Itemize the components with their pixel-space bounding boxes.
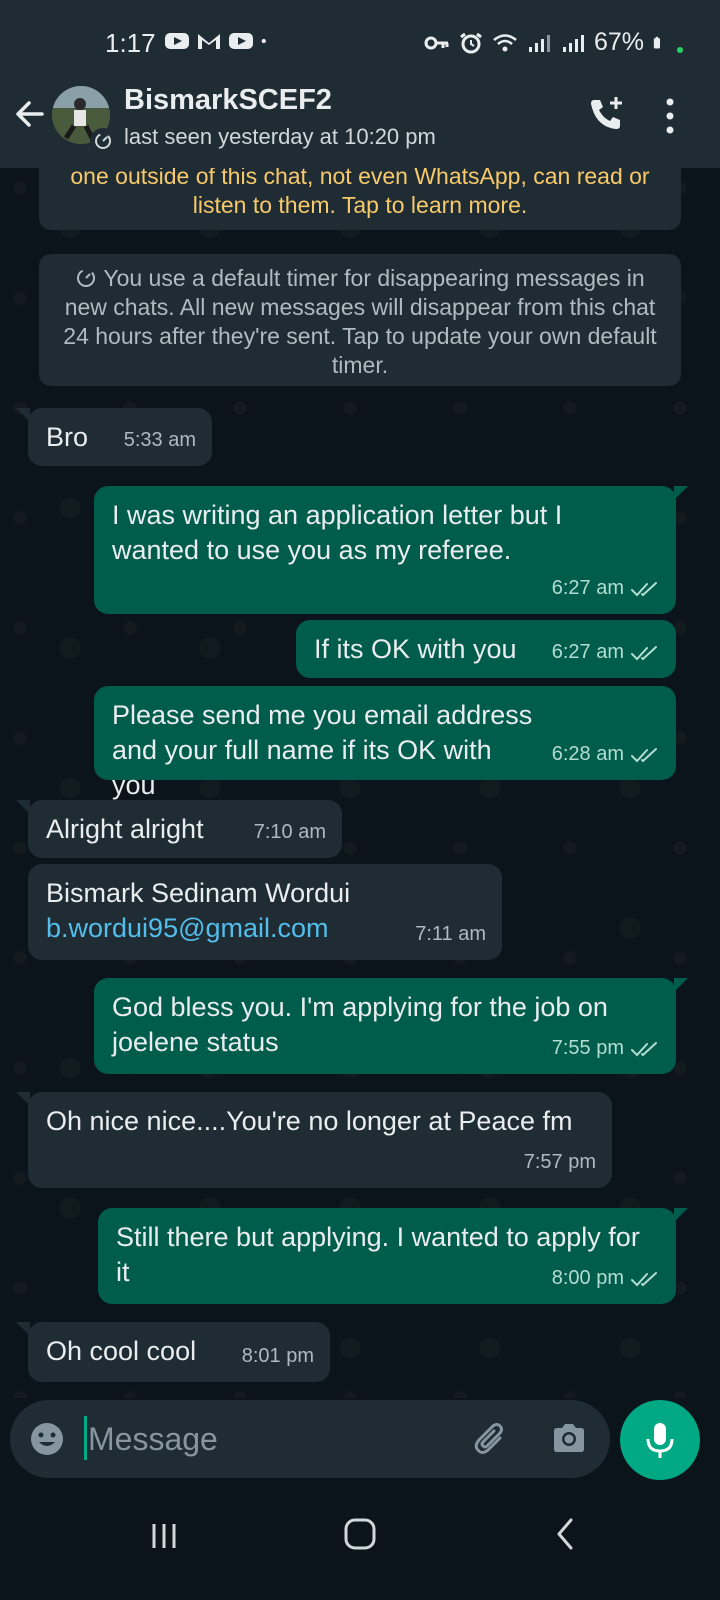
status-system-icons: 67%	[424, 28, 684, 57]
home-icon[interactable]	[340, 1514, 380, 1554]
message-time: 8:01 pm	[241, 1345, 314, 1367]
battery-icon	[653, 36, 660, 49]
chat-header: BismarkSCEF2 last seen yesterday at 10:2…	[0, 76, 720, 166]
encryption-notice[interactable]: one outside of this chat, not even Whats…	[39, 168, 681, 230]
message-meta: 7:55 pm	[552, 1031, 660, 1066]
microphone-icon	[646, 1423, 674, 1458]
recents-icon[interactable]	[146, 1518, 182, 1554]
message-bubble-incoming[interactable]: Oh cool cool 8:01 pm	[16, 1322, 330, 1382]
message-time: 8:00 pm	[551, 1267, 624, 1289]
message-meta: 6:27 am	[552, 571, 660, 606]
message-bubble-outgoing[interactable]: God bless you. I'm applying for the job …	[94, 978, 688, 1074]
battery-percentage: 67%	[593, 28, 644, 56]
double-check-icon	[631, 581, 657, 596]
dot-icon	[261, 38, 266, 44]
message-time: 7:11 am	[415, 923, 486, 945]
youtube-icon	[229, 33, 253, 49]
bubble-tail	[674, 1208, 688, 1222]
message-bubble-outgoing[interactable]: Please send me you email address and you…	[94, 686, 676, 800]
message-bubble-incoming[interactable]: Bismark Sedinam Wordui b.wordui95@gmail.…	[28, 864, 502, 960]
back-arrow-icon[interactable]	[12, 96, 48, 132]
message-meta: 8:00 pm	[552, 1261, 660, 1296]
message-time: 7:55 pm	[551, 1037, 624, 1059]
system-navigation-bar	[0, 1496, 720, 1600]
double-check-icon	[631, 1271, 657, 1286]
signal-icon	[528, 34, 550, 52]
message-time: 7:57 pm	[523, 1151, 596, 1173]
disappearing-timer-notice[interactable]: You use a default timer for disappearing…	[39, 254, 681, 386]
message-text: If its OK with you	[314, 634, 517, 664]
message-text: Oh cool cool	[46, 1336, 197, 1366]
status-bar: 1:17 67%	[0, 22, 720, 66]
message-text: Bro	[46, 422, 89, 452]
encryption-notice-text: one outside of this chat, not even Whats…	[70, 168, 650, 218]
message-meta: 7:11 am	[415, 917, 486, 952]
nav-back-icon[interactable]	[546, 1514, 586, 1554]
bubble-tail	[16, 800, 30, 814]
message-time: 7:10 am	[253, 821, 326, 843]
message-time: 6:28 am	[551, 743, 624, 765]
message-bubble-incoming[interactable]: Oh nice nice....You're no longer at Peac…	[16, 1092, 612, 1188]
timer-icon	[95, 133, 111, 149]
contact-name[interactable]: BismarkSCEF2	[124, 84, 332, 117]
message-composer	[10, 1400, 610, 1478]
message-meta: 6:27 am	[552, 635, 660, 670]
timer-notice-text: You use a default timer for disappearing…	[63, 265, 657, 378]
double-check-icon	[631, 645, 657, 660]
more-options-icon[interactable]	[660, 96, 680, 136]
add-call-icon[interactable]	[586, 94, 626, 134]
message-text: I was writing an application letter but …	[112, 500, 563, 565]
message-meta: 5:33 am	[124, 423, 196, 458]
message-bubble-outgoing[interactable]: Still there but applying. I wanted to ap…	[98, 1208, 688, 1304]
key-icon	[424, 36, 449, 49]
camera-icon[interactable]	[548, 1418, 590, 1460]
gmail-icon	[198, 34, 220, 49]
bubble-tail	[16, 1322, 30, 1336]
message-bubble-incoming[interactable]: Alright alright 7:10 am	[16, 800, 342, 858]
double-check-icon	[631, 747, 657, 762]
message-bubble-outgoing[interactable]: I was writing an application letter but …	[94, 486, 688, 614]
youtube-icon	[165, 33, 189, 49]
disappearing-timer-badge	[90, 128, 116, 154]
message-meta: 6:28 am	[552, 737, 660, 772]
message-bubble-incoming[interactable]: Bro 5:33 am	[16, 408, 212, 466]
charging-dot-icon	[677, 46, 683, 53]
message-bubble-outgoing[interactable]: If its OK with you 6:27 am	[296, 620, 676, 678]
status-time: 1:17	[105, 28, 156, 58]
voice-message-button[interactable]	[620, 1400, 700, 1480]
message-time: 5:33 am	[123, 429, 196, 451]
status-notification-icons	[164, 30, 274, 52]
chat-area[interactable]: one outside of this chat, not even Whats…	[0, 168, 720, 1398]
message-text: Oh nice nice....You're no longer at Peac…	[46, 1106, 573, 1136]
message-time: 6:27 am	[551, 577, 624, 599]
top-bar: 1:17 67% BismarkSCEF2 last seen yesterda…	[0, 0, 720, 168]
bubble-tail	[674, 978, 688, 992]
bubble-tail	[16, 1092, 30, 1106]
message-meta: 7:10 am	[254, 815, 326, 850]
emoji-icon[interactable]	[28, 1420, 66, 1458]
alarm-icon	[460, 32, 482, 53]
bubble-tail	[674, 486, 688, 500]
message-time: 6:27 am	[551, 641, 624, 663]
text-caret	[84, 1416, 87, 1460]
message-text: Bismark Sedinam Wordui	[46, 878, 351, 908]
double-check-icon	[631, 1041, 657, 1056]
last-seen-status: last seen yesterday at 10:20 pm	[124, 124, 436, 149]
message-text: Alright alright	[46, 814, 204, 844]
message-meta: 8:01 pm	[242, 1339, 314, 1374]
bubble-tail	[16, 408, 30, 422]
signal-icon	[562, 34, 584, 52]
message-meta: 7:57 pm	[524, 1145, 596, 1180]
timer-icon	[77, 269, 96, 287]
wifi-icon	[493, 33, 517, 51]
attachment-icon[interactable]	[470, 1418, 512, 1460]
message-input[interactable]	[88, 1410, 458, 1468]
